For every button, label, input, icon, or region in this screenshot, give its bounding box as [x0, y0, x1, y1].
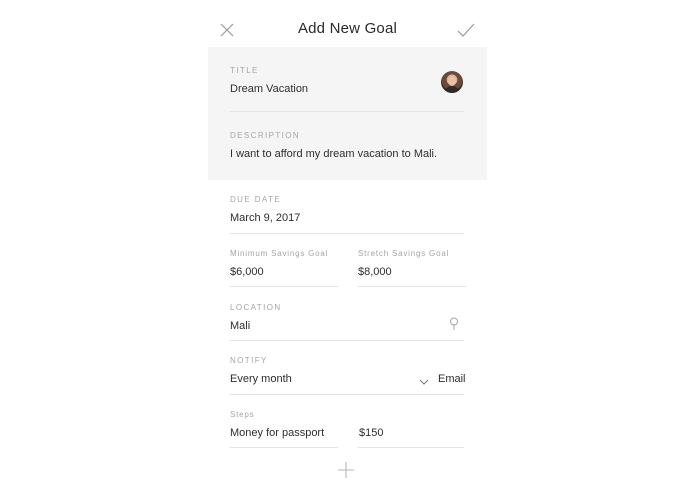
step-amount-divider [358, 447, 464, 448]
due-date-input[interactable] [230, 212, 464, 224]
notify-divider [230, 394, 464, 395]
steps-label: Steps [230, 410, 255, 419]
description-label: DESCRIPTION [230, 131, 301, 140]
step-name-divider [230, 447, 338, 448]
step-name-input[interactable] [230, 427, 338, 439]
description-input[interactable] [230, 148, 464, 160]
location-input[interactable] [230, 320, 430, 332]
minimum-savings-input[interactable] [230, 266, 338, 278]
confirm-button[interactable] [456, 20, 476, 40]
notify-label: NOTIFY [230, 356, 268, 365]
minimum-savings-divider [230, 286, 338, 287]
location-divider [230, 340, 464, 341]
notify-frequency-select[interactable]: Every month [230, 373, 430, 385]
notify-method-select[interactable]: Email [438, 373, 466, 385]
add-step-button[interactable] [337, 461, 355, 479]
stretch-savings-input[interactable] [358, 266, 464, 278]
plus-icon [338, 462, 354, 478]
minimum-savings-label: Minimum Savings Goal [230, 249, 329, 258]
stretch-savings-divider [358, 286, 466, 287]
page-title: Add New Goal [297, 20, 398, 37]
chevron-down-icon[interactable] [418, 374, 430, 385]
location-pin-icon[interactable] [449, 317, 459, 331]
step-amount-input[interactable] [359, 427, 463, 439]
due-date-label: DUE DATE [230, 195, 282, 204]
stretch-savings-label: Stretch Savings Goal [358, 249, 450, 258]
location-label: LOCATION [230, 303, 282, 312]
avatar[interactable] [441, 71, 463, 93]
title-divider [230, 111, 464, 112]
title-label: TITLE [230, 66, 259, 75]
title-input[interactable] [230, 83, 430, 95]
due-date-divider [230, 233, 464, 234]
checkmark-icon [457, 23, 475, 37]
